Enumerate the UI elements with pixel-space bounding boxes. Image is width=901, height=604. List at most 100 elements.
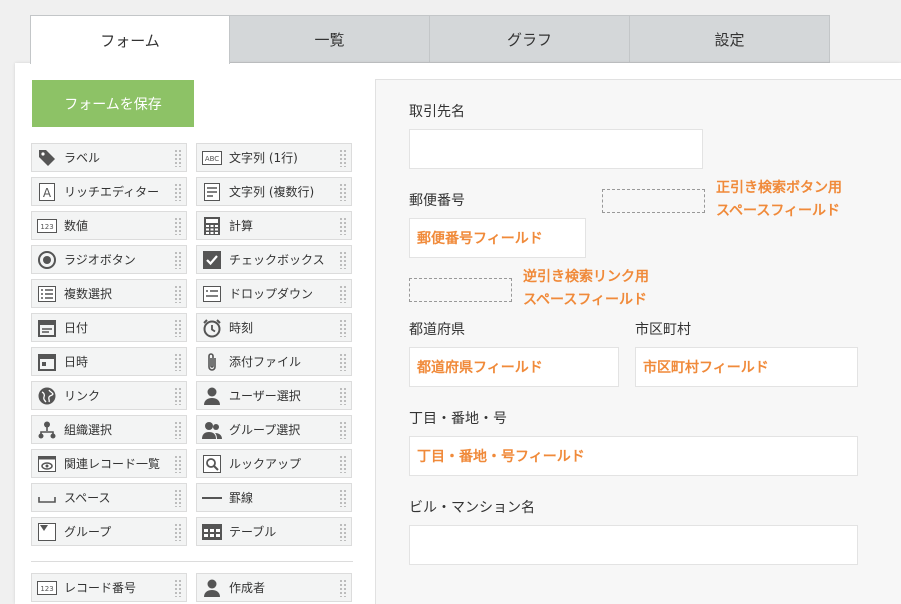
radio-icon: [36, 250, 58, 270]
palette-item-multi-select[interactable]: 複数選択: [31, 279, 187, 308]
tab-form[interactable]: フォーム: [30, 15, 230, 64]
drag-handle-icon[interactable]: [339, 149, 347, 167]
drag-handle-icon[interactable]: [174, 183, 182, 201]
palette-item-attachment[interactable]: 添付ファイル: [196, 347, 352, 376]
palette-item-text: 数値: [64, 219, 89, 233]
drag-handle-icon[interactable]: [174, 149, 182, 167]
drag-handle-icon[interactable]: [174, 489, 182, 507]
prefecture-field[interactable]: 都道府県フィールド: [409, 347, 619, 387]
palette-item-dropdown[interactable]: ドロップダウン: [196, 279, 352, 308]
palette-item-space[interactable]: スペース: [31, 483, 187, 512]
calendar-icon: [36, 318, 58, 338]
palette-item-single-line-text[interactable]: ABC 文字列 (1行): [196, 143, 352, 172]
palette-item-text: リンク: [64, 389, 101, 403]
drag-handle-icon[interactable]: [339, 353, 347, 371]
tab-graph[interactable]: グラフ: [430, 15, 630, 63]
svg-text:ABC: ABC: [205, 155, 219, 163]
palette-item-text: 関連レコード一覧: [64, 457, 161, 471]
drag-handle-icon[interactable]: [174, 319, 182, 337]
drag-handle-icon[interactable]: [339, 251, 347, 269]
tab-settings[interactable]: 設定: [630, 15, 830, 63]
field-placeholder-text: 都道府県フィールド: [417, 360, 543, 376]
palette-item-creator[interactable]: 作成者: [196, 573, 352, 602]
paperclip-icon: [201, 352, 223, 372]
user-icon: [201, 578, 223, 598]
palette-item-date[interactable]: 日付: [31, 313, 187, 342]
reverse-search-space-field[interactable]: [409, 278, 512, 302]
drag-handle-icon[interactable]: [339, 285, 347, 303]
field-placeholder-text: 郵便番号フィールド: [417, 231, 543, 247]
note-line: 逆引き検索リンク用: [523, 269, 649, 285]
drag-handle-icon[interactable]: [174, 217, 182, 235]
forward-search-space-field[interactable]: [602, 189, 705, 213]
forward-search-note: 正引き検索ボタン用 スペースフィールド: [716, 177, 842, 223]
number-123-icon: 123: [36, 216, 58, 236]
palette-item-calculation[interactable]: 計算: [196, 211, 352, 240]
palette-item-rich-editor[interactable]: A リッチエディター: [31, 177, 187, 206]
drag-handle-icon[interactable]: [174, 353, 182, 371]
drag-handle-icon[interactable]: [339, 455, 347, 473]
drag-handle-icon[interactable]: [339, 489, 347, 507]
street-address-label: 丁目・番地・号: [409, 411, 507, 427]
palette-item-table[interactable]: テーブル: [196, 517, 352, 546]
drag-handle-icon[interactable]: [339, 579, 347, 597]
number-123-icon: 123: [36, 578, 58, 598]
drag-handle-icon[interactable]: [174, 251, 182, 269]
palette-item-link[interactable]: リンク: [31, 381, 187, 410]
drag-handle-icon[interactable]: [339, 217, 347, 235]
calculator-icon: [201, 216, 223, 236]
drag-handle-icon[interactable]: [174, 387, 182, 405]
note-line: スペースフィールド: [523, 292, 648, 308]
palette-item-lookup[interactable]: ルックアップ: [196, 449, 352, 478]
palette-item-record-number[interactable]: 123 レコード番号: [31, 573, 187, 602]
palette-item-border-line[interactable]: 罫線: [196, 483, 352, 512]
save-form-button[interactable]: フォームを保存: [32, 80, 194, 127]
drag-handle-icon[interactable]: [339, 319, 347, 337]
table-icon: [201, 522, 223, 542]
postal-code-label: 郵便番号: [409, 193, 465, 209]
palette-item-checkbox[interactable]: チェックボックス: [196, 245, 352, 274]
palette-item-text: 罫線: [229, 491, 254, 505]
prefecture-label: 都道府県: [409, 322, 465, 338]
tab-list[interactable]: 一覧: [230, 15, 430, 63]
palette-item-datetime[interactable]: 日時: [31, 347, 187, 376]
drag-handle-icon[interactable]: [174, 455, 182, 473]
postal-code-field[interactable]: 郵便番号フィールド: [409, 218, 586, 258]
palette-item-org-select[interactable]: 組織選択: [31, 415, 187, 444]
datetime-icon: [36, 352, 58, 372]
user-icon: [201, 386, 223, 406]
palette-item-radio[interactable]: ラジオボタン: [31, 245, 187, 274]
svg-text:A: A: [43, 186, 52, 200]
drag-handle-icon[interactable]: [174, 421, 182, 439]
palette-item-related-records[interactable]: 関連レコード一覧: [31, 449, 187, 478]
palette-item-text: レコード番号: [64, 581, 137, 595]
palette-item-user-select[interactable]: ユーザー選択: [196, 381, 352, 410]
field-placeholder-text: 丁目・番地・号フィールド: [417, 449, 585, 465]
dropdown-icon: [201, 284, 223, 304]
palette-item-time[interactable]: 時刻: [196, 313, 352, 342]
palette-item-text: ラジオボタン: [64, 253, 136, 267]
palette-item-text: 組織選択: [64, 423, 113, 437]
svg-text:123: 123: [40, 223, 53, 231]
drag-handle-icon[interactable]: [339, 387, 347, 405]
palette-item-group-select[interactable]: グループ選択: [196, 415, 352, 444]
client-name-field[interactable]: [409, 129, 703, 169]
globe-icon: [36, 386, 58, 406]
related-records-icon: [36, 454, 58, 474]
drag-handle-icon[interactable]: [174, 285, 182, 303]
palette-item-group[interactable]: グループ: [31, 517, 187, 546]
drag-handle-icon[interactable]: [339, 421, 347, 439]
palette-item-label[interactable]: ラベル: [31, 143, 187, 172]
drag-handle-icon[interactable]: [339, 523, 347, 541]
tag-icon: [36, 148, 58, 168]
drag-handle-icon[interactable]: [339, 183, 347, 201]
palette-item-number[interactable]: 123 数値: [31, 211, 187, 240]
city-field[interactable]: 市区町村フィールド: [635, 347, 858, 387]
space-icon: [36, 488, 58, 508]
street-address-field[interactable]: 丁目・番地・号フィールド: [409, 436, 858, 476]
palette-item-text: ユーザー選択: [229, 389, 301, 403]
building-name-field[interactable]: [409, 525, 858, 565]
drag-handle-icon[interactable]: [174, 523, 182, 541]
palette-item-multi-line-text[interactable]: 文字列 (複数行): [196, 177, 352, 206]
drag-handle-icon[interactable]: [174, 579, 182, 597]
